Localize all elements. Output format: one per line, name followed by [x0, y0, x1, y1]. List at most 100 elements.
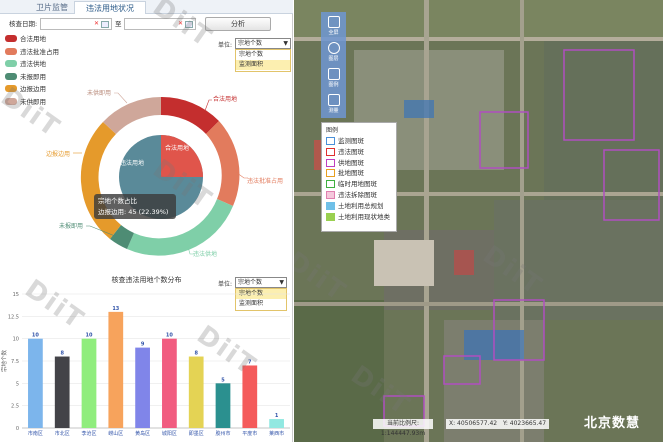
label-legal: 合法用地	[213, 95, 237, 103]
legend-box-icon	[326, 212, 335, 221]
label-approval-occupy: 违法批准占用	[247, 177, 283, 185]
legend-box-icon	[326, 190, 335, 199]
map-legend-label: 土地利用现状地类	[338, 212, 390, 221]
y-tick-label: 10	[13, 337, 19, 343]
label-line	[114, 92, 128, 104]
layers-icon	[327, 42, 340, 54]
bar-value-label: 10	[166, 333, 173, 339]
bar[interactable]	[108, 311, 124, 428]
measure-label: 测量	[328, 108, 339, 114]
x-tick-label: 即墨区	[189, 431, 204, 437]
brand-logo: 北京数慧	[584, 416, 641, 431]
map-legend-item: 临时用地图斑	[322, 179, 396, 190]
x-tick-label: 黄岛区	[135, 430, 150, 437]
legend-box-icon	[326, 201, 335, 210]
map-legend-item: 土地利用现状地类	[322, 212, 396, 223]
legend-label: 图例	[328, 82, 339, 88]
tooltip-value: 边报边用: 45 (22.39%)	[98, 208, 169, 216]
ruler-icon	[327, 94, 340, 106]
measure-button[interactable]: 测量	[322, 92, 345, 117]
map-toolbar: 全屏 图层 图例 测量	[321, 12, 346, 118]
x-tick-label: 李沧区	[81, 430, 96, 437]
label-illegal-supply: 违法供地	[193, 250, 217, 258]
map-scale: 当前比例尺: 1:144447.93m	[373, 419, 433, 437]
bar-chart: 0 2.5 5 7.5 10 12.5 15 宗地个数 10 市南区 8 市北区 10 李沧区 13 崂山区 9…	[0, 292, 290, 437]
y-tick-label: 0	[16, 426, 19, 432]
bar-value-label: 10	[86, 333, 93, 339]
x-tick-label: 市北区	[55, 430, 70, 437]
y-axis-label: 宗地个数	[0, 350, 8, 373]
x-tick-label: 崂山区	[108, 430, 123, 437]
label-report-while-use: 边报边用	[46, 150, 70, 158]
bar[interactable]	[135, 347, 150, 428]
slice-legal-land[interactable]	[161, 135, 203, 177]
legend-box-icon	[326, 158, 335, 167]
map-legend-item: 土地利用总规划	[322, 201, 396, 212]
x-tick-label: 平度市	[242, 430, 257, 437]
x-tick-label: 城阳区	[162, 430, 177, 437]
bar[interactable]	[269, 419, 284, 428]
bar-value-label: 7	[248, 359, 252, 365]
map-legend-panel: 图例 监测图斑 违法图斑 供地图斑 批地图斑 临时用地图斑 违法拆除图斑 土地利…	[321, 122, 397, 232]
legend-box-icon	[326, 180, 335, 189]
map-legend-label: 监测图斑	[338, 137, 364, 145]
map-legend-label: 土地利用总规划	[338, 201, 384, 210]
coord-y: Y: 4023665.47	[500, 419, 550, 429]
map-legend-item: 违法拆除图斑	[322, 190, 396, 201]
x-tick-label: 莱西市	[269, 430, 284, 437]
bar[interactable]	[188, 356, 204, 428]
inner-label-legal: 合法用地	[165, 144, 189, 152]
label-use-before-report: 未报即用	[59, 222, 83, 230]
donut-chart: 合法用地 违法批准占用 违法供地 未报即用 边报边用 未供即用 违法用地 合法用…	[46, 89, 283, 258]
layers-label: 图层	[328, 56, 339, 62]
bar[interactable]	[215, 383, 231, 428]
map-legend-item: 监测图斑	[322, 136, 396, 147]
slice-approval-occupy[interactable]	[206, 121, 240, 206]
y-tick-label: 12.5	[8, 314, 19, 320]
bar[interactable]	[54, 356, 70, 428]
fullscreen-button[interactable]: 全屏	[322, 14, 345, 39]
chart-tooltip: 宗地个数占比 边报边用: 45 (22.39%)	[94, 194, 176, 219]
bar[interactable]	[28, 338, 43, 428]
fullscreen-icon	[327, 16, 340, 28]
map-legend-label: 违法拆除图斑	[338, 190, 377, 199]
bar[interactable]	[242, 365, 258, 428]
slice-legal[interactable]	[161, 96, 219, 134]
bar-value-label: 8	[194, 351, 198, 357]
y-tick-label: 5	[16, 381, 19, 387]
y-tick-label: 7.5	[11, 359, 19, 365]
inner-label-illegal: 违法用地	[120, 159, 144, 167]
map-legend-label: 批地图斑	[338, 169, 364, 178]
slice-use-before-supply[interactable]	[103, 97, 161, 134]
bar[interactable]	[162, 338, 177, 428]
map-legend-label: 违法图斑	[338, 147, 364, 156]
legend-box-icon	[326, 169, 335, 178]
left-panel: 卫片监管 违法用地状况 核查日期: ✕ 至 ✕ 分析 合法用地 违法批准占用 违…	[0, 0, 293, 442]
slice-report-while-use[interactable]	[80, 122, 121, 239]
y-tick-label: 2.5	[11, 404, 19, 410]
x-tick-label: 胶州市	[215, 430, 230, 437]
x-tick-label: 市南区	[28, 430, 43, 437]
layers-button[interactable]: 图层	[322, 40, 345, 65]
coord-x: X: 40506577.42	[446, 419, 501, 429]
map-legend-item: 违法图斑	[322, 147, 396, 158]
legend-box-icon	[326, 137, 335, 145]
bar[interactable]	[81, 338, 97, 428]
legend-box-icon	[326, 147, 335, 156]
y-tick-label: 15	[13, 292, 19, 298]
tooltip-title: 宗地个数占比	[98, 197, 137, 205]
map-legend-item: 供地图斑	[322, 158, 396, 169]
legend-icon	[327, 68, 340, 80]
legend-button[interactable]: 图例	[322, 66, 345, 91]
map-legend-item: 批地图斑	[322, 168, 396, 179]
map-legend-label: 临时用地图斑	[338, 180, 377, 189]
fullscreen-label: 全屏	[328, 30, 339, 36]
label-use-before-supply: 未供即用	[87, 89, 111, 97]
bar-value-label: 13	[112, 306, 119, 312]
map-legend-title: 图例	[326, 127, 339, 134]
bar-value-label: 1	[275, 413, 279, 419]
bar-value-label: 9	[141, 342, 145, 348]
bar-value-label: 10	[32, 333, 39, 339]
bar-value-label: 8	[60, 351, 64, 357]
map-legend-label: 供地图斑	[338, 158, 364, 167]
